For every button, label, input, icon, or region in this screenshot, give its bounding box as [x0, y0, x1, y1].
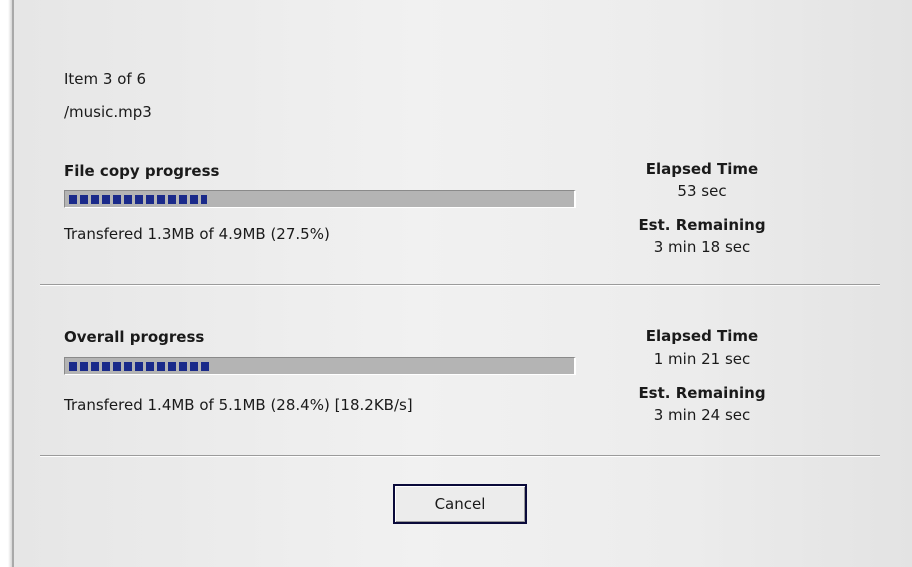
overall-remaining-value: 3 min 24 sec: [653, 406, 751, 424]
overall-progress-fill: [69, 362, 211, 371]
file-copy-progress-bar: [64, 190, 576, 208]
file-copy-progress-fill: [69, 195, 207, 204]
file-copy-status: Transfered 1.3MB of 4.9MB (27.5%): [64, 225, 330, 243]
item-counter: Item 3 of 6: [64, 70, 146, 88]
file-path: /music.mp3: [64, 103, 152, 121]
file-elapsed-label: Elapsed Time: [645, 160, 759, 178]
overall-title: Overall progress: [64, 328, 205, 346]
file-remaining-value: 3 min 18 sec: [653, 238, 751, 256]
file-copy-title: File copy progress: [64, 162, 220, 180]
section-divider: [40, 284, 880, 286]
cancel-button[interactable]: Cancel: [393, 484, 527, 524]
overall-progress-bar: [64, 357, 576, 375]
file-remaining-label: Est. Remaining: [638, 216, 766, 234]
overall-remaining-label: Est. Remaining: [638, 384, 766, 402]
footer-divider: [40, 455, 880, 457]
overall-elapsed-value: 1 min 21 sec: [653, 350, 751, 368]
progress-dialog: Item 3 of 6 /music.mp3 File copy progres…: [2, 0, 912, 567]
file-elapsed-value: 53 sec: [677, 182, 727, 200]
overall-status: Transfered 1.4MB of 5.1MB (28.4%) [18.2K…: [64, 396, 413, 414]
overall-elapsed-label: Elapsed Time: [645, 327, 759, 345]
